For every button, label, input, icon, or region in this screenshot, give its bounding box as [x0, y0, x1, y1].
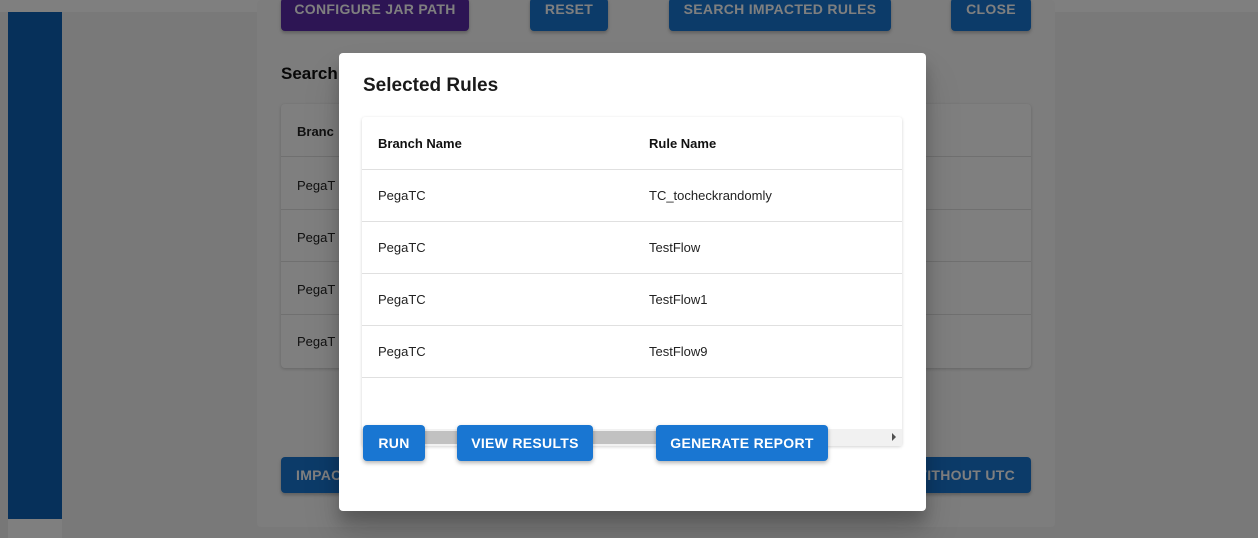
table-row: PegaTC TestFlow1	[362, 274, 902, 326]
run-button[interactable]: Run	[363, 425, 425, 461]
column-header-branch-name: Branch Name	[378, 135, 462, 151]
table-row: PegaTC TestFlow9	[362, 326, 902, 378]
branch-name-cell: PegaTC	[378, 240, 426, 255]
column-header-rule-name: Rule Name	[649, 135, 717, 151]
rule-name-cell: TestFlow	[649, 240, 701, 255]
selected-rules-table: Branch Name Rule Name PegaTC TC_tocheckr…	[362, 117, 902, 446]
view-results-button[interactable]: View Results	[457, 425, 593, 461]
branch-name-cell: PegaTC	[378, 344, 426, 359]
generate-report-button[interactable]: Generate Report	[656, 425, 828, 461]
dialog-title: Selected Rules	[363, 75, 499, 96]
table-row: PegaTC TestFlow	[362, 222, 902, 274]
rule-name-cell: TestFlow9	[649, 344, 708, 359]
branch-name-cell: PegaTC	[378, 292, 426, 307]
scroll-right-arrow-icon[interactable]	[892, 433, 896, 441]
table-header-row: Branch Name Rule Name	[362, 117, 902, 170]
selected-rules-dialog: Selected Rules Branch Name Rule Name Peg…	[339, 53, 926, 511]
rule-name-cell: TC_tocheckrandomly	[649, 188, 772, 203]
table-row: PegaTC TC_tocheckrandomly	[362, 170, 902, 222]
branch-name-cell: PegaTC	[378, 188, 426, 203]
rule-name-cell: TestFlow1	[649, 292, 708, 307]
